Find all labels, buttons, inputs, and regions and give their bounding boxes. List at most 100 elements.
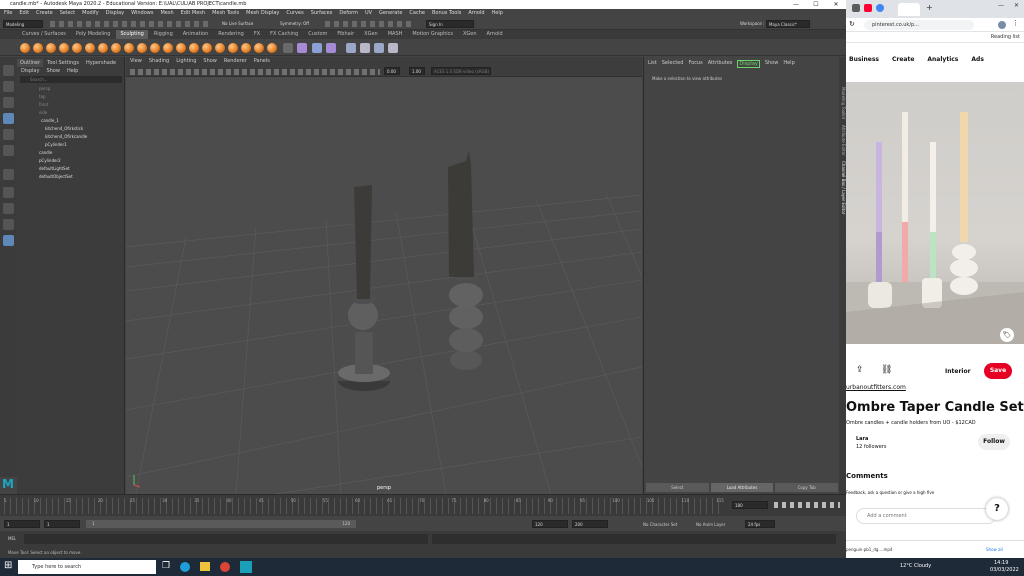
close-button[interactable]: ✕ [826,0,846,9]
menu-uv[interactable]: UV [365,9,372,18]
menu-mesh-tools[interactable]: Mesh Tools [212,9,239,18]
symmetry-dropdown[interactable]: Symmetry: Off [280,21,309,26]
menu-modify[interactable]: Modify [82,9,99,18]
status-icons[interactable] [50,21,210,27]
wax-tool-icon[interactable] [150,43,160,53]
clock-date[interactable]: 03/03/2022 [990,567,1019,573]
outliner-item[interactable]: defaultObjectSet [39,174,73,179]
erase-tool-icon[interactable] [254,43,264,53]
select-tool-icon[interactable] [3,65,14,76]
imprint-tool-icon[interactable] [137,43,147,53]
attr-tab-show[interactable]: Show [765,60,779,68]
window-minimize-icon[interactable]: — [998,2,1004,9]
side-tab-channel-box[interactable]: Channel Box / Layer Editor [839,161,846,214]
viewport-icons[interactable] [130,69,380,75]
mel-label[interactable]: MEL [8,536,16,541]
chrome-icon[interactable] [220,562,230,572]
shelf-tab-mash[interactable]: MASH [384,30,407,39]
menu-help[interactable]: Help [492,9,503,18]
3d-viewport[interactable]: persp [126,77,642,494]
menu-create[interactable]: Create [36,9,53,18]
tab-tool-settings[interactable]: Tool Settings [44,59,82,67]
live-surface-label[interactable]: No Live Surface [222,21,253,26]
outliner-item[interactable]: side [39,110,47,115]
link-icon[interactable]: ⛓ [881,365,892,375]
fps-dropdown[interactable]: 24 fps [745,520,775,528]
foamy-tool-icon[interactable] [98,43,108,53]
vp-menu-show[interactable]: Show [203,57,217,66]
outliner-item[interactable]: kitchen4_Ofirkcandle [45,134,87,139]
playback-start-field[interactable]: 1 [44,520,80,528]
settings-icon[interactable] [283,43,293,53]
start-time-field[interactable]: 1 [4,520,40,528]
playback-end-field[interactable]: 120 [532,520,568,528]
follow-button[interactable]: Follow [978,434,1010,450]
vp-menu-panels[interactable]: Panels [254,57,270,66]
reload-icon[interactable]: ↻ [849,20,855,28]
pin-image[interactable] [846,82,1024,344]
outliner-menu-help[interactable]: Help [67,68,78,74]
menu-surfaces[interactable]: Surfaces [311,9,333,18]
side-tab-attribute-editor[interactable]: Attribute Editor [839,125,846,156]
outliner-item[interactable]: defaultLightSet [39,166,70,171]
vp-menu-view[interactable]: View [130,57,142,66]
menu-kebab-icon[interactable]: ⋮ [1012,19,1019,27]
scale-tool-icon[interactable] [3,145,14,156]
uv-icon[interactable] [297,43,307,53]
edge-icon[interactable] [180,562,190,572]
shelf-tab-custom[interactable]: Custom [304,30,331,39]
paint-select-icon[interactable] [3,97,14,108]
outliner-layout-icon[interactable] [3,219,14,230]
outliner-item[interactable]: candle_1 [41,118,59,123]
comments-heading[interactable]: Comments [846,472,888,480]
render-icons[interactable] [325,21,415,27]
outliner-item[interactable]: candle [39,150,52,155]
url-omnibox[interactable]: pinterest.co.uk/p... [864,20,974,30]
menu-mesh[interactable]: Mesh [160,9,173,18]
fill-tool-icon[interactable] [176,43,186,53]
maximize-button[interactable]: ☐ [806,0,826,9]
retopo-icon[interactable] [388,43,398,53]
blend-icon[interactable] [346,43,356,53]
flatten-tool-icon[interactable] [85,43,95,53]
shelf-tab-rigging[interactable]: Rigging [150,30,177,39]
layer-icon[interactable] [312,43,322,53]
amplify-tool-icon[interactable] [228,43,238,53]
tab-hypershade[interactable]: Hypershade [83,59,119,67]
new-tab-icon[interactable]: + [926,3,933,12]
shelf-tab-curves[interactable]: Curves / Surfaces [18,30,70,39]
workspace-dropdown[interactable]: Maya Classic* [766,20,810,28]
anim-layer-dropdown[interactable]: No Anim Layer [696,522,725,527]
shelf-tab-fx[interactable]: FX [250,30,264,39]
tab-outliner[interactable]: Outliner [17,59,44,67]
explorer-icon[interactable] [200,562,210,571]
time-slider[interactable]: 5 10 15 20 25 30 35 40 45 50 55 60 65 70… [0,494,846,516]
menu-arnold[interactable]: Arnold [468,9,484,18]
window-close-icon[interactable]: ✕ [1014,2,1019,9]
attr-tab-help[interactable]: Help [783,60,794,68]
nav-business[interactable]: Business [849,50,879,70]
weather-widget[interactable]: 12°C Cloudy [900,563,931,569]
menu-generate[interactable]: Generate [379,9,402,18]
outliner-item[interactable]: persp [39,86,50,91]
nav-create[interactable]: Create [892,50,914,70]
save-button[interactable]: Save [984,363,1012,379]
smear-tool-icon[interactable] [202,43,212,53]
colorspace-dropdown[interactable]: ACES 1.0 SDR-video (sRGB) [431,67,491,75]
menu-mesh-display[interactable]: Mesh Display [246,9,279,18]
four-view-icon[interactable] [3,203,14,214]
playback-controls[interactable] [774,502,840,508]
menu-file[interactable]: File [4,9,12,18]
shelf-tab-motion-graphics[interactable]: Motion Graphics [408,30,457,39]
sign-in-dropdown[interactable]: Sign In [426,20,474,28]
author-name[interactable]: Lara [856,436,868,442]
knife-tool-icon[interactable] [189,43,199,53]
tag-icon[interactable]: 🏷 [1000,328,1014,342]
pinch-tool-icon[interactable] [72,43,82,53]
reading-list-button[interactable]: Reading list [846,32,1024,43]
pinterest-tab[interactable] [898,3,920,16]
shelf-tab-rendering[interactable]: Rendering [214,30,248,39]
outliner-menu-display[interactable]: Display [21,68,39,74]
candle-model-2[interactable] [448,151,483,370]
outliner-search-input[interactable]: Search... [20,76,122,83]
